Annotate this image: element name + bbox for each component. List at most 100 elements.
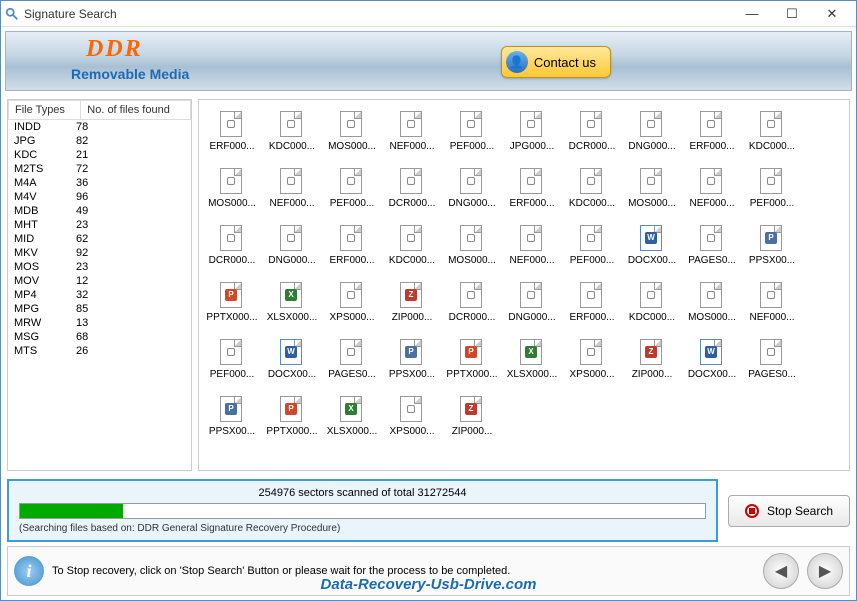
- table-row[interactable]: MOV12: [8, 274, 191, 288]
- file-item[interactable]: ERF000...: [683, 104, 741, 159]
- file-item[interactable]: NEF000...: [683, 161, 741, 216]
- table-row[interactable]: INDD78: [8, 120, 191, 134]
- file-item[interactable]: PEF000...: [743, 161, 801, 216]
- file-item[interactable]: WDOCX00...: [623, 218, 681, 273]
- file-item[interactable]: PPPSX00...: [383, 332, 441, 387]
- file-item[interactable]: ZZIP000...: [383, 275, 441, 330]
- file-item[interactable]: MOS000...: [443, 218, 501, 273]
- file-item[interactable]: DCR000...: [563, 104, 621, 159]
- table-row[interactable]: MP432: [8, 288, 191, 302]
- file-item[interactable]: KDC000...: [743, 104, 801, 159]
- file-icon: [220, 225, 244, 253]
- file-item[interactable]: PPPTX000...: [263, 389, 321, 444]
- file-name: DOCX00...: [684, 369, 740, 380]
- prev-button[interactable]: ◀: [763, 553, 799, 589]
- file-name: PEF000...: [564, 255, 620, 266]
- next-button[interactable]: ▶: [807, 553, 843, 589]
- file-item[interactable]: JPG000...: [503, 104, 561, 159]
- file-icon: [520, 168, 544, 196]
- app-window: Signature Search — ☐ ✕ DDR Removable Med…: [0, 0, 857, 601]
- file-item[interactable]: ERF000...: [323, 218, 381, 273]
- table-row[interactable]: MRW13: [8, 316, 191, 330]
- file-item[interactable]: PAGES0...: [683, 218, 741, 273]
- file-item[interactable]: KDC000...: [263, 104, 321, 159]
- file-item[interactable]: PPPTX000...: [203, 275, 261, 330]
- table-row[interactable]: MHT23: [8, 218, 191, 232]
- file-icon: [700, 168, 724, 196]
- file-item[interactable]: WDOCX00...: [683, 332, 741, 387]
- file-item[interactable]: XXLSX000...: [503, 332, 561, 387]
- file-item[interactable]: XXLSX000...: [263, 275, 321, 330]
- file-item[interactable]: KDC000...: [623, 275, 681, 330]
- file-item[interactable]: ERF000...: [203, 104, 261, 159]
- file-item[interactable]: XPS000...: [383, 389, 441, 444]
- file-item[interactable]: PEF000...: [563, 218, 621, 273]
- file-name: XLSX000...: [324, 426, 380, 437]
- file-item[interactable]: MOS000...: [683, 275, 741, 330]
- file-icon: [700, 282, 724, 310]
- window-title: Signature Search: [24, 7, 732, 21]
- file-item[interactable]: NEF000...: [743, 275, 801, 330]
- file-name: KDC000...: [564, 198, 620, 209]
- file-item[interactable]: NEF000...: [383, 104, 441, 159]
- file-item[interactable]: MOS000...: [323, 104, 381, 159]
- file-item[interactable]: XXLSX000...: [323, 389, 381, 444]
- file-item[interactable]: MOS000...: [623, 161, 681, 216]
- file-item[interactable]: NEF000...: [263, 161, 321, 216]
- table-row[interactable]: MID62: [8, 232, 191, 246]
- table-row[interactable]: MDB49: [8, 204, 191, 218]
- table-row[interactable]: KDC21: [8, 148, 191, 162]
- maximize-button[interactable]: ☐: [772, 4, 812, 24]
- table-row[interactable]: MTS26: [8, 344, 191, 358]
- file-item[interactable]: ERF000...: [503, 161, 561, 216]
- file-item[interactable]: XPS000...: [323, 275, 381, 330]
- table-row[interactable]: MPG85: [8, 302, 191, 316]
- file-item[interactable]: DCR000...: [383, 161, 441, 216]
- file-item[interactable]: WDOCX00...: [263, 332, 321, 387]
- minimize-button[interactable]: —: [732, 4, 772, 24]
- file-name: DNG000...: [504, 312, 560, 323]
- file-name: PAGES0...: [684, 255, 740, 266]
- table-row[interactable]: M4A36: [8, 176, 191, 190]
- file-item[interactable]: DNG000...: [443, 161, 501, 216]
- file-item[interactable]: ZZIP000...: [443, 389, 501, 444]
- file-types-list[interactable]: INDD78JPG82KDC21M2TS72M4A36M4V96MDB49MHT…: [8, 120, 191, 470]
- file-item[interactable]: PPPTX000...: [443, 332, 501, 387]
- file-name: ZIP000...: [384, 312, 440, 323]
- file-item[interactable]: PPPSX00...: [203, 389, 261, 444]
- table-row[interactable]: MKV92: [8, 246, 191, 260]
- stop-search-button[interactable]: Stop Search: [728, 495, 850, 527]
- file-item[interactable]: MOS000...: [203, 161, 261, 216]
- col-files-found[interactable]: No. of files found: [81, 101, 191, 120]
- file-item[interactable]: PEF000...: [203, 332, 261, 387]
- file-name: ERF000...: [324, 255, 380, 266]
- file-name: XLSX000...: [504, 369, 560, 380]
- file-icon: [340, 111, 364, 139]
- col-file-types[interactable]: File Types: [9, 101, 81, 120]
- file-item[interactable]: PAGES0...: [743, 332, 801, 387]
- file-item[interactable]: DCR000...: [443, 275, 501, 330]
- file-item[interactable]: PAGES0...: [323, 332, 381, 387]
- file-icon: Z: [640, 339, 664, 367]
- table-row[interactable]: JPG82: [8, 134, 191, 148]
- file-item[interactable]: KDC000...: [563, 161, 621, 216]
- file-item[interactable]: KDC000...: [383, 218, 441, 273]
- table-row[interactable]: MSG68: [8, 330, 191, 344]
- file-item[interactable]: ERF000...: [563, 275, 621, 330]
- file-item[interactable]: NEF000...: [503, 218, 561, 273]
- files-grid-panel[interactable]: ERF000...KDC000...MOS000...NEF000...PEF0…: [198, 99, 850, 471]
- file-item[interactable]: PEF000...: [323, 161, 381, 216]
- close-button[interactable]: ✕: [812, 4, 852, 24]
- file-item[interactable]: PEF000...: [443, 104, 501, 159]
- contact-us-button[interactable]: 👤 Contact us: [501, 46, 611, 78]
- file-item[interactable]: DNG000...: [263, 218, 321, 273]
- table-row[interactable]: MOS23: [8, 260, 191, 274]
- file-item[interactable]: DNG000...: [503, 275, 561, 330]
- file-item[interactable]: PPPSX00...: [743, 218, 801, 273]
- file-item[interactable]: DNG000...: [623, 104, 681, 159]
- table-row[interactable]: M4V96: [8, 190, 191, 204]
- table-row[interactable]: M2TS72: [8, 162, 191, 176]
- file-item[interactable]: DCR000...: [203, 218, 261, 273]
- file-item[interactable]: ZZIP000...: [623, 332, 681, 387]
- file-item[interactable]: XPS000...: [563, 332, 621, 387]
